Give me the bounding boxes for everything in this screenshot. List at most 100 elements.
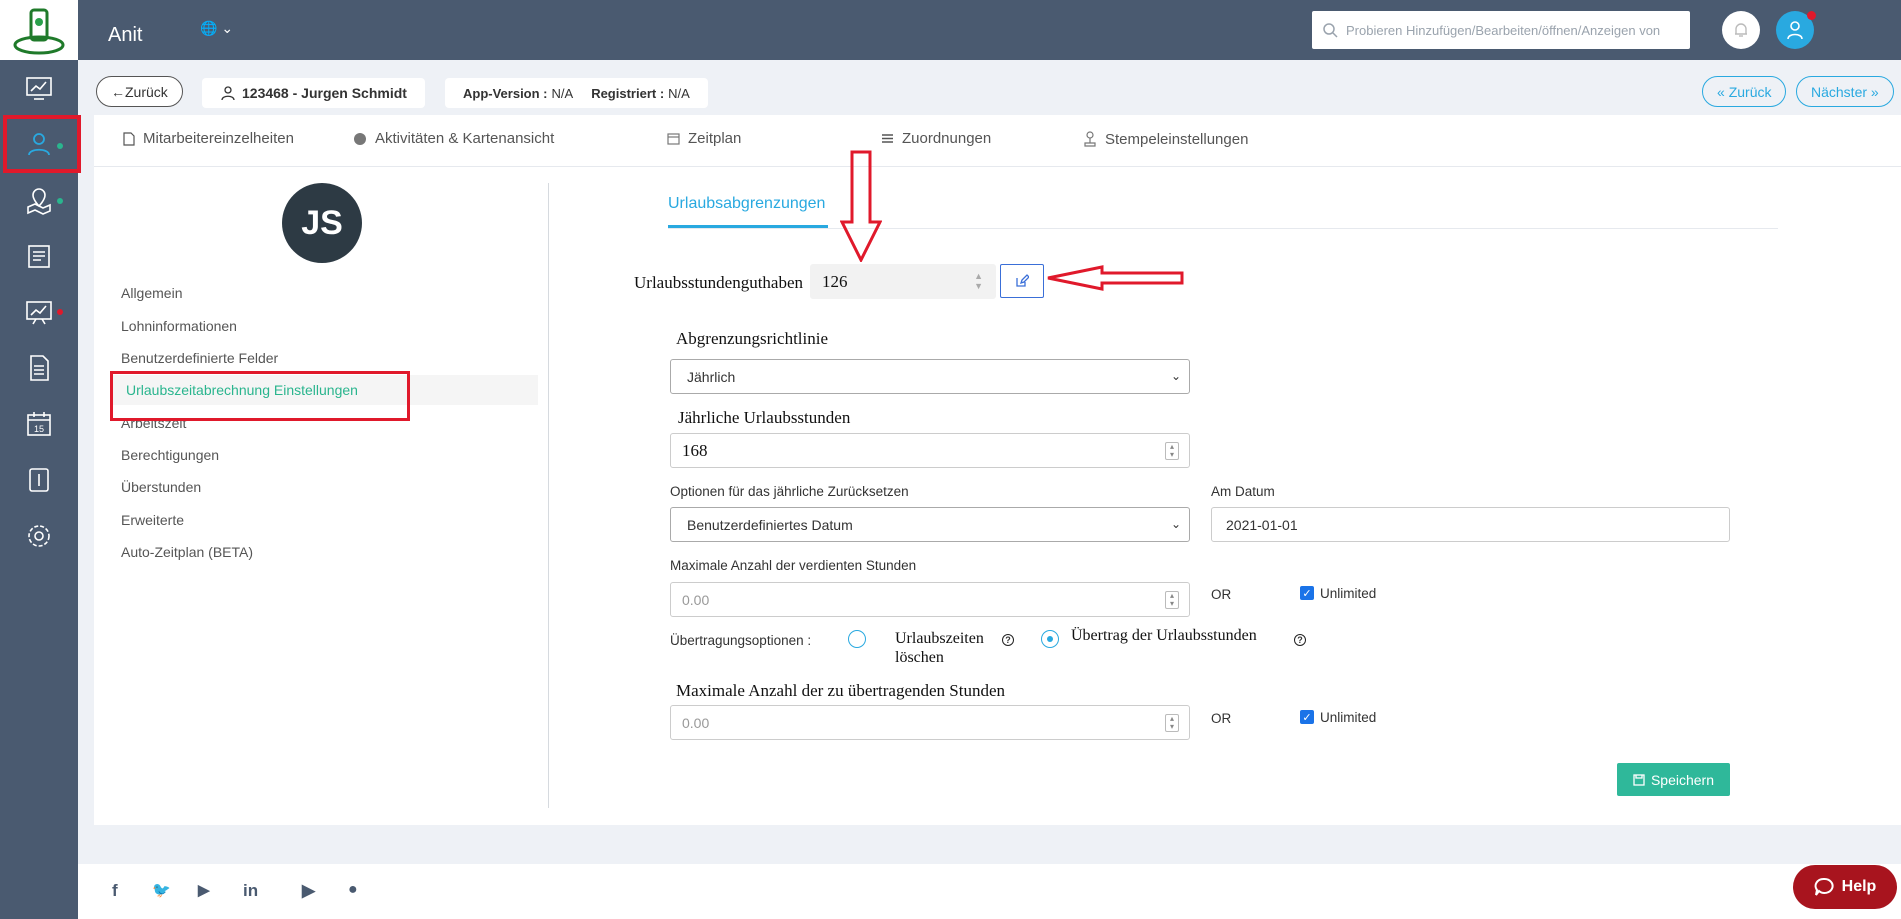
transfer-carryover-radio[interactable] bbox=[1041, 630, 1059, 648]
tab-label: Aktivitäten & Kartenansicht bbox=[375, 130, 555, 147]
max-transfer-placeholder: 0.00 bbox=[682, 714, 710, 731]
prev-employee-button[interactable]: « Zurück bbox=[1702, 76, 1787, 107]
max-earned-placeholder: 0.00 bbox=[682, 591, 710, 608]
max-earned-input[interactable]: 0.00 ▴ ▾ bbox=[670, 582, 1190, 617]
reset-label: Optionen für das jährliche Zurücksetzen bbox=[670, 484, 909, 499]
notification-dot bbox=[1807, 11, 1816, 20]
transfer-delete-label: Urlaubszeiten löschen bbox=[895, 630, 984, 666]
policy-select[interactable]: Jährlich ⌄ bbox=[670, 359, 1190, 394]
tab-schedule[interactable]: Zeitplan bbox=[667, 130, 741, 147]
chat-bubble-icon bbox=[1814, 877, 1834, 896]
calendar-icon bbox=[667, 133, 680, 145]
annotation-box-employees bbox=[3, 115, 81, 173]
apple-icon[interactable]: ● bbox=[348, 881, 358, 899]
search-input[interactable]: Probieren Hinzufügen/Bearbeiten/öffnen/A… bbox=[1312, 11, 1690, 49]
list-icon bbox=[882, 134, 893, 143]
balance-input[interactable]: 126 ▲ ▼ bbox=[810, 264, 996, 299]
tab-punch-settings[interactable]: Stempeleinstellungen bbox=[1083, 130, 1248, 148]
status-dot bbox=[57, 309, 63, 315]
employee-pill: 123468 - Jurgen Schmidt bbox=[202, 78, 425, 108]
max-transfer-input[interactable]: 0.00 ▴ ▾ bbox=[670, 705, 1190, 740]
calendar-icon[interactable]: 15 bbox=[0, 396, 78, 452]
facebook-icon[interactable]: f bbox=[112, 881, 118, 901]
next-label: Nächster bbox=[1811, 83, 1868, 100]
unlimited-transfer-checkbox[interactable]: ✓ bbox=[1300, 710, 1314, 724]
tab-employee-details[interactable]: Mitarbeitereinzelheiten bbox=[123, 130, 294, 147]
employee-name: 123468 - Jurgen Schmidt bbox=[242, 85, 407, 101]
spinner-icon: ▴ ▾ bbox=[1165, 442, 1179, 460]
tab-assignments[interactable]: Zuordnungen bbox=[881, 130, 991, 147]
policy-label: Abgrenzungsrichtlinie bbox=[676, 329, 829, 348]
stamp-icon bbox=[1084, 131, 1096, 147]
analytics-icon[interactable] bbox=[0, 284, 78, 340]
status-dot bbox=[57, 198, 63, 204]
back-button[interactable]: ← Zurück bbox=[96, 76, 183, 107]
column-divider bbox=[548, 183, 549, 808]
search-placeholder: Probieren Hinzufügen/Bearbeiten/öffnen/A… bbox=[1346, 22, 1661, 38]
menu-item-payroll[interactable]: Lohninformationen bbox=[121, 318, 237, 334]
map-icon[interactable] bbox=[0, 172, 78, 228]
menu-item-overtime[interactable]: Überstunden bbox=[121, 479, 201, 495]
subtab-rule bbox=[668, 228, 1778, 229]
dashboard-icon[interactable] bbox=[0, 60, 78, 116]
menu-item-advanced[interactable]: Erweiterte bbox=[121, 512, 184, 528]
transfer-label: Übertragungsoptionen : bbox=[670, 633, 812, 648]
menu-item-auto-schedule[interactable]: Auto-Zeitplan (BETA) bbox=[121, 544, 253, 560]
reports-icon[interactable] bbox=[0, 228, 78, 284]
linkedin-icon[interactable]: in bbox=[243, 881, 258, 901]
youtube-icon[interactable]: ▶ bbox=[198, 881, 210, 899]
app-version-label: App-Version : bbox=[463, 85, 548, 101]
prev-label: Zurück bbox=[1728, 83, 1772, 100]
chevron-down-icon: ⌄ bbox=[1170, 369, 1181, 383]
edit-icon bbox=[1016, 274, 1029, 287]
spinner-icon: ▲ ▼ bbox=[974, 271, 983, 291]
tab-label: Zeitplan bbox=[688, 130, 742, 147]
date-value: 2021-01-01 bbox=[1226, 516, 1298, 533]
next-employee-button[interactable]: Nächster » bbox=[1796, 76, 1894, 107]
menu-item-permissions[interactable]: Berechtigungen bbox=[121, 447, 219, 463]
help-button[interactable]: Help bbox=[1793, 865, 1897, 909]
unlimited-transfer-label: Unlimited bbox=[1320, 710, 1377, 725]
chevron-down-icon: ⌄ bbox=[1170, 517, 1181, 531]
settings-gear-icon[interactable] bbox=[0, 508, 78, 564]
balance-value: 126 bbox=[822, 271, 848, 291]
subtab-leave-accruals[interactable]: Urlaubsabgrenzungen bbox=[668, 195, 825, 213]
annual-hours-label: Jährliche Urlaubsstunden bbox=[678, 408, 851, 427]
annual-hours-input[interactable]: 168 ▴ ▾ bbox=[670, 433, 1190, 468]
help-question-icon[interactable]: ? bbox=[1294, 634, 1306, 646]
unlimited-earned-checkbox[interactable]: ✓ bbox=[1300, 586, 1314, 600]
menu-item-custom-fields[interactable]: Benutzerdefinierte Felder bbox=[121, 350, 278, 366]
logo[interactable] bbox=[0, 0, 78, 60]
edit-balance-button[interactable] bbox=[1000, 264, 1044, 298]
notebook-icon[interactable] bbox=[0, 452, 78, 508]
date-input[interactable]: 2021-01-01 bbox=[1211, 507, 1730, 542]
annual-hours-value: 168 bbox=[682, 440, 708, 460]
or-label-2: OR bbox=[1211, 711, 1232, 726]
policy-value: Jährlich bbox=[687, 368, 736, 385]
document-icon[interactable] bbox=[0, 340, 78, 396]
transfer-delete-radio[interactable] bbox=[848, 630, 866, 648]
save-label: Speichern bbox=[1650, 771, 1715, 788]
balance-label: Urlaubsstundenguthaben bbox=[634, 273, 804, 292]
logo-icon bbox=[13, 8, 65, 55]
tab-activities[interactable]: Aktivitäten & Kartenansicht bbox=[353, 130, 554, 147]
max-transfer-label: Maximale Anzahl der zu übertragenden Stu… bbox=[676, 681, 1006, 700]
reset-select[interactable]: Benutzerdefiniertes Datum ⌄ bbox=[670, 507, 1190, 542]
annotation-arrow-left bbox=[1047, 265, 1184, 291]
annotation-arrow-down bbox=[840, 150, 882, 262]
help-question-icon[interactable]: ? bbox=[1002, 634, 1014, 646]
tab-label: Stempeleinstellungen bbox=[1105, 130, 1249, 148]
notifications-bell-icon[interactable] bbox=[1722, 11, 1760, 49]
language-switcher[interactable]: 🌐 ⌄ bbox=[200, 20, 233, 37]
google-play-icon[interactable]: ▶ bbox=[302, 881, 315, 901]
avatar: JS bbox=[282, 183, 362, 263]
file-icon bbox=[123, 131, 135, 146]
svg-text:15: 15 bbox=[34, 424, 44, 434]
max-earned-label: Maximale Anzahl der verdienten Stunden bbox=[670, 558, 917, 573]
menu-item-general[interactable]: Allgemein bbox=[121, 285, 182, 301]
save-button[interactable]: Speichern bbox=[1617, 763, 1730, 796]
registered-label: Registriert : bbox=[591, 85, 665, 101]
twitter-icon[interactable]: 🐦 bbox=[152, 881, 171, 899]
globe-icon bbox=[354, 132, 366, 145]
registered-value: N/A bbox=[668, 85, 690, 101]
